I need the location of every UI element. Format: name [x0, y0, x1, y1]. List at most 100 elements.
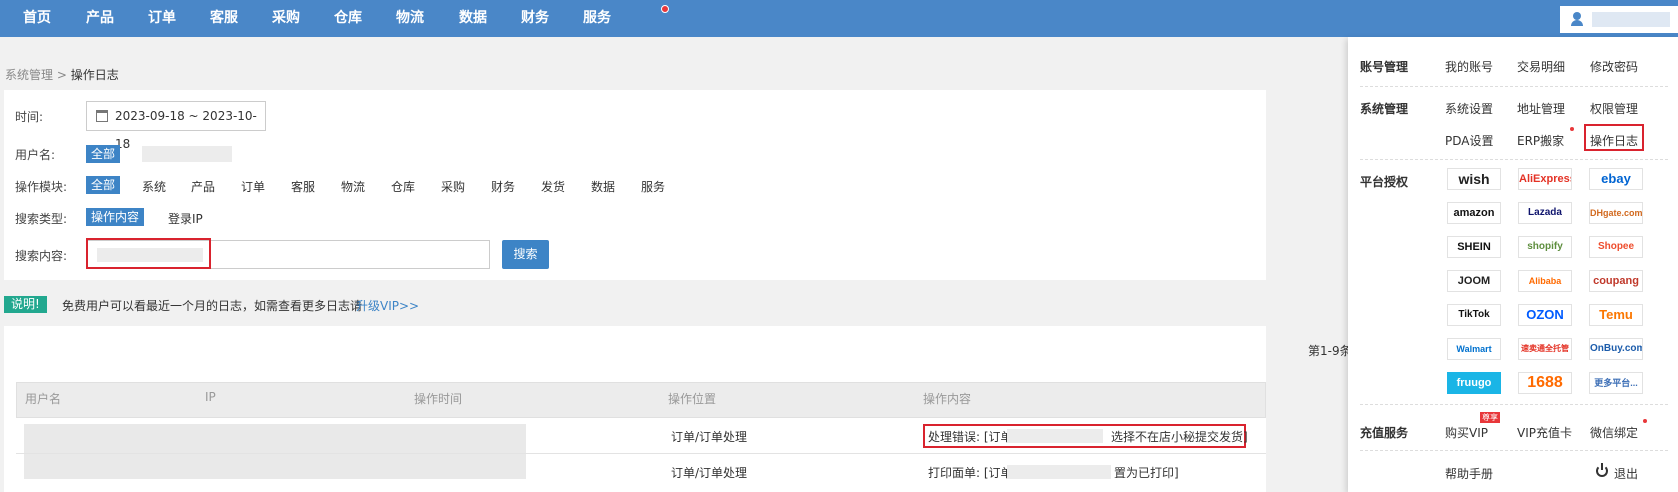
notification-dot	[661, 5, 669, 13]
platform-logo-joom[interactable]: JOOM	[1447, 270, 1501, 292]
nav-customer-service[interactable]: 客服	[210, 0, 238, 37]
platform-logo-shein[interactable]: SHEIN	[1447, 236, 1501, 258]
platform-logo-aliexpress-managed[interactable]: 速卖通全托管	[1518, 338, 1572, 360]
platform-logo-wish[interactable]: wish	[1447, 168, 1501, 190]
menu-logout[interactable]: 退出	[1614, 465, 1638, 482]
platform-logo-ozon[interactable]: OZON	[1518, 304, 1572, 326]
module-option-product[interactable]: 产品	[191, 178, 215, 195]
user-label: 用户名:	[15, 148, 56, 162]
power-icon	[1596, 463, 1608, 477]
user-menu-button[interactable]	[1560, 6, 1678, 33]
platform-logo-shopify[interactable]: shopify	[1518, 236, 1572, 258]
page-info: 第1-9条	[1308, 344, 1352, 358]
column-header-username: 用户名	[25, 392, 62, 406]
user-option-redacted[interactable]	[142, 146, 232, 162]
module-option-all[interactable]: 全部	[86, 176, 121, 194]
search-highlight-box	[86, 238, 211, 269]
search-button[interactable]: 搜索	[502, 240, 549, 269]
platform-logo-tiktok[interactable]: TikTok	[1447, 304, 1501, 326]
platform-logo-shopee[interactable]: Shopee	[1589, 236, 1643, 258]
menu-operation-log[interactable]: 操作日志	[1590, 132, 1638, 149]
menu-buy-vip[interactable]: 购买VIP	[1445, 424, 1488, 441]
platform-logo-walmart[interactable]: Walmart	[1447, 338, 1501, 360]
platform-logo-amazon[interactable]: amazon	[1447, 202, 1501, 224]
search-type-ip[interactable]: 登录IP	[168, 210, 203, 227]
wechat-new-dot	[1643, 419, 1647, 423]
menu-transactions[interactable]: 交易明细	[1517, 58, 1565, 75]
platform-more-link[interactable]: 更多平台...	[1589, 372, 1643, 394]
nav-services[interactable]: 服务	[583, 0, 611, 37]
row-1-order-redacted	[1007, 429, 1103, 443]
menu-my-account[interactable]: 我的账号	[1445, 58, 1493, 75]
module-option-warehouse[interactable]: 仓库	[391, 178, 415, 195]
row-data-redacted	[24, 424, 526, 479]
module-option-data[interactable]: 数据	[591, 178, 615, 195]
row-2-content-prefix: 打印面单: [订单	[928, 466, 1013, 480]
platform-logo-aliexpress[interactable]: AliExpress	[1518, 168, 1572, 190]
erp-new-dot	[1570, 127, 1574, 131]
platform-logo-1688[interactable]: 1688	[1518, 372, 1572, 394]
menu-wechat-bind[interactable]: 微信绑定	[1590, 424, 1638, 441]
nav-products[interactable]: 产品	[86, 0, 114, 37]
platform-logo-lazada[interactable]: Lazada	[1518, 202, 1572, 224]
search-content-label: 搜索内容:	[15, 249, 68, 263]
row-2-location: 订单/订单处理	[671, 466, 748, 480]
module-option-logistics[interactable]: 物流	[341, 178, 365, 195]
menu-address-management[interactable]: 地址管理	[1517, 100, 1565, 117]
menu-erp-migration[interactable]: ERP搬家	[1517, 132, 1564, 149]
nav-data[interactable]: 数据	[459, 0, 487, 37]
menu-permissions[interactable]: 权限管理	[1590, 100, 1638, 117]
module-option-system[interactable]: 系统	[142, 178, 166, 195]
platform-logo-coupang[interactable]: coupang	[1589, 270, 1643, 292]
module-option-order[interactable]: 订单	[241, 178, 265, 195]
row-1-content-suffix: 选择不在店小秘提交发货]	[1111, 430, 1248, 444]
menu-system-settings[interactable]: 系统设置	[1445, 100, 1493, 117]
user-icon	[1570, 12, 1584, 26]
menu-pda-settings[interactable]: PDA设置	[1445, 132, 1493, 149]
platform-logo-dhgate[interactable]: DHgate.com	[1589, 202, 1643, 224]
table-header	[16, 382, 1266, 418]
row-2-content-suffix: 置为已打印]	[1114, 466, 1179, 480]
platform-logo-fruugo[interactable]: fruugo	[1447, 372, 1501, 394]
notice-tag: 说明!	[4, 296, 47, 313]
time-label: 时间:	[15, 110, 44, 124]
module-option-shipping[interactable]: 发货	[541, 178, 565, 195]
platform-logo-alibaba[interactable]: Alibaba	[1518, 270, 1572, 292]
platform-logo-ebay[interactable]: ebay	[1589, 168, 1643, 190]
platform-logo-temu[interactable]: Temu	[1589, 304, 1643, 326]
platform-logo-onbuy[interactable]: OnBuy.com	[1589, 338, 1643, 360]
user-filter-all[interactable]: 全部	[86, 145, 121, 163]
row-1-location: 订单/订单处理	[671, 430, 748, 444]
nav-purchasing[interactable]: 采购	[272, 0, 300, 37]
menu-section-system: 系统管理	[1360, 102, 1409, 116]
menu-change-password[interactable]: 修改密码	[1590, 58, 1638, 75]
date-range-picker[interactable]: 2023-09-18 ~ 2023-10-18	[86, 101, 266, 151]
row-divider	[16, 453, 1266, 454]
nav-finance[interactable]: 财务	[521, 0, 549, 37]
nav-orders[interactable]: 订单	[148, 0, 176, 37]
menu-divider	[1360, 159, 1668, 160]
module-option-purchasing[interactable]: 采购	[441, 178, 465, 195]
upgrade-vip-link[interactable]: 升级VIP>>	[356, 297, 419, 314]
menu-section-platform: 平台授权	[1360, 175, 1409, 189]
module-option-finance[interactable]: 财务	[491, 178, 515, 195]
username-redacted	[1592, 12, 1670, 27]
breadcrumb-parent[interactable]: 系统管理	[5, 68, 53, 82]
menu-divider	[1360, 450, 1668, 451]
breadcrumb-separator: >	[56, 68, 67, 82]
nav-warehouse[interactable]: 仓库	[334, 0, 362, 37]
breadcrumb-current: 操作日志	[70, 68, 119, 82]
search-type-label: 搜索类型:	[15, 212, 68, 226]
column-header-ip: IP	[205, 390, 216, 404]
nav-home[interactable]: 首页	[23, 0, 51, 37]
breadcrumb: 系统管理 > 操作日志	[5, 66, 119, 83]
menu-vip-card[interactable]: VIP充值卡	[1517, 424, 1572, 441]
module-option-services[interactable]: 服务	[641, 178, 665, 195]
menu-section-recharge: 充值服务	[1360, 426, 1409, 440]
nav-logistics[interactable]: 物流	[396, 0, 424, 37]
menu-section-account: 账号管理	[1360, 60, 1409, 74]
search-type-content[interactable]: 操作内容	[86, 208, 145, 226]
menu-help-manual[interactable]: 帮助手册	[1445, 465, 1493, 482]
module-option-customer-service[interactable]: 客服	[291, 178, 315, 195]
row-2-order-redacted	[1007, 465, 1111, 479]
